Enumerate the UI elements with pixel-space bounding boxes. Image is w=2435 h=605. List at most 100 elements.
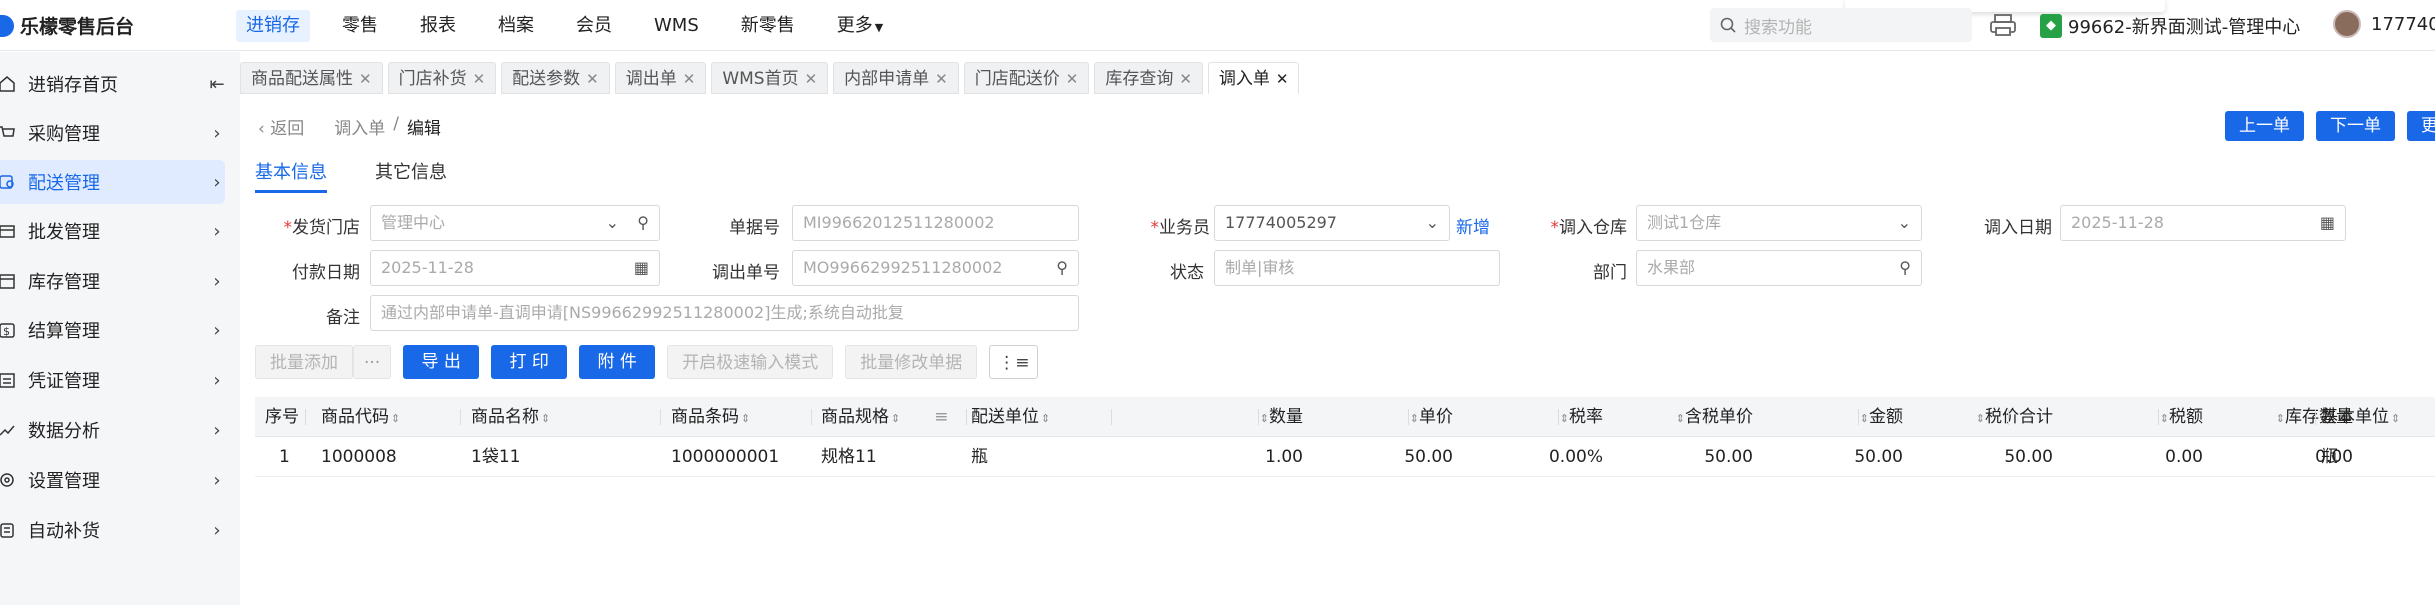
tab-store-restock[interactable]: 门店补货 ✕ (387, 62, 497, 94)
add-salesman-link[interactable]: 新增 (1456, 213, 1490, 238)
col-header-total[interactable]: ⇕税价合计 (1905, 397, 2053, 437)
nav-item-new-retail[interactable]: 新零售 (731, 10, 805, 42)
col-header-barcode[interactable]: 商品条码 ⇕ (671, 397, 750, 437)
pay-date-field[interactable]: 2025-11-28 ▦ (370, 250, 660, 286)
col-header-amount[interactable]: ⇕金额 (1805, 397, 1903, 437)
col-divider (1858, 409, 1859, 425)
col-divider (1708, 409, 1709, 425)
batch-add-button[interactable]: 批量添加 (255, 345, 353, 379)
col-header-label: 商品代码 (321, 407, 389, 427)
table-row[interactable]: 1 1000008 1袋11 1000000001 规格11 瓶 1.00 50… (255, 437, 2435, 477)
drag-handle-icon[interactable]: ≡ (934, 407, 948, 427)
search-icon[interactable]: ⚲ (637, 206, 649, 240)
remark-field[interactable]: 通过内部申请单-直调申请[NS99662992511280002]生成;系统自动… (370, 295, 1079, 331)
breadcrumb-parent[interactable]: 调入单 (334, 114, 385, 139)
col-header-qty[interactable]: ⇕数量 (1205, 397, 1303, 437)
tab-internal-request[interactable]: 内部申请单 ✕ (833, 62, 959, 94)
send-store-select[interactable]: 管理中心 ⌄ ⚲ (370, 205, 660, 241)
sidebar-item-stock[interactable]: 库存管理 › (0, 259, 225, 303)
tab-label: 调入单 (1218, 69, 1270, 89)
col-header-label: 税率 (1569, 407, 1603, 427)
sidebar-item-settings[interactable]: 设置管理 › (0, 458, 225, 502)
tab-store-dist-price[interactable]: 门店配送价 ✕ (963, 62, 1090, 94)
close-icon[interactable]: ✕ (1276, 70, 1289, 88)
col-header-spec[interactable]: 商品规格 ⇕ ≡ (821, 397, 948, 437)
col-header-label: 税额 (2169, 407, 2203, 427)
nav-item-inventory[interactable]: 进销存 (236, 10, 310, 42)
tab-basic-info[interactable]: 基本信息 (255, 158, 327, 193)
cell-total: 50.00 (2004, 447, 2053, 467)
in-date-field[interactable]: 2025-11-28 ▦ (2060, 205, 2346, 241)
chevron-right-icon: › (213, 319, 221, 341)
store-switcher[interactable]: ◆ 99662-新界面测试-管理中心 (2040, 13, 2300, 39)
export-button[interactable]: 导 出 (403, 345, 480, 379)
nav-item-archive[interactable]: 档案 (488, 10, 544, 42)
in-warehouse-select[interactable]: 测试1仓库 ⌄ (1636, 205, 1922, 241)
tab-transfer-out[interactable]: 调出单 ✕ (614, 62, 707, 94)
batch-edit-button[interactable]: 批量修改单据 (845, 345, 978, 379)
sidebar-item-wholesale[interactable]: 批发管理 › (0, 209, 225, 253)
sidebar-item-restock[interactable]: 自动补货 › (0, 508, 225, 552)
printer-icon[interactable] (1988, 13, 2018, 37)
close-icon[interactable]: ✕ (586, 70, 599, 88)
prev-doc-button[interactable]: 上一单 (2225, 111, 2304, 141)
salesman-select[interactable]: 17774005297 ⌄ (1214, 205, 1450, 241)
col-header-tax-price[interactable]: ⇕含税单价 (1605, 397, 1753, 437)
close-icon[interactable]: ✕ (683, 70, 696, 88)
nav-item-members[interactable]: 会员 (566, 10, 622, 42)
nav-item-reports[interactable]: 报表 (410, 10, 466, 42)
sidebar-item-analysis[interactable]: 数据分析 › (0, 408, 225, 452)
required-mark: * (283, 218, 293, 238)
search-icon[interactable]: ⚲ (1899, 251, 1911, 285)
search-icon[interactable]: ⚲ (1056, 251, 1068, 285)
tab-product-dist-attr[interactable]: 商品配送属性 ✕ (240, 62, 383, 94)
close-icon[interactable]: ✕ (359, 70, 372, 88)
sidebar-item-voucher[interactable]: 凭证管理 › (0, 358, 225, 402)
sidebar-item-distribution[interactable]: 配送管理 › (0, 160, 225, 204)
attach-button[interactable]: 附 件 (579, 345, 656, 379)
out-no-field[interactable]: MO99662992511280002 ⚲ (792, 250, 1079, 286)
col-header-name[interactable]: 商品名称 ⇕ (471, 397, 550, 437)
more-options-button[interactable]: ··· (353, 345, 392, 379)
close-icon[interactable]: ✕ (1066, 70, 1079, 88)
dept-label: 部门 (1593, 263, 1627, 283)
col-header-unit[interactable]: 配送单位 ⇕ (971, 397, 1050, 437)
brand[interactable]: 乐檬零售后台 (0, 12, 134, 39)
search-input[interactable]: 搜索功能 (1710, 8, 1972, 42)
col-divider (1111, 409, 1112, 425)
doc-no-value: MI9966201251128​0002 (803, 213, 995, 232)
tab-transfer-in[interactable]: 调入单 ✕ (1207, 62, 1300, 94)
more-button[interactable]: 更多 (2407, 111, 2435, 141)
col-header-tax[interactable]: ⇕税额 (2105, 397, 2203, 437)
nav-item-wms[interactable]: WMS (644, 10, 709, 42)
col-header-label: 商品规格 (821, 407, 889, 427)
close-icon[interactable]: ✕ (935, 70, 948, 88)
close-icon[interactable]: ✕ (473, 70, 486, 88)
tab-stock-query[interactable]: 库存查询 ✕ (1094, 62, 1203, 94)
col-header-code[interactable]: 商品代码 ⇕ (321, 397, 400, 437)
close-icon[interactable]: ✕ (1179, 70, 1192, 88)
sidebar-item-settlement[interactable]: $ 结算管理 › (0, 308, 225, 352)
sidebar-item-home[interactable]: 进销存首页 ⇤ (0, 62, 225, 106)
nav-item-retail[interactable]: 零售 (332, 10, 388, 42)
collapse-icon[interactable]: ⇤ (209, 74, 225, 95)
fast-input-mode-button[interactable]: 开启极速输入模式 (667, 345, 834, 379)
tab-other-info[interactable]: 其它信息 (375, 158, 447, 193)
sort-icon: ⇕ (1559, 412, 1569, 425)
col-header-tax-rate[interactable]: ⇕税率 (1505, 397, 1603, 437)
close-icon[interactable]: ✕ (805, 70, 818, 88)
print-button[interactable]: 打 印 (491, 345, 568, 379)
tab-dist-params[interactable]: 配送参数 ✕ (501, 62, 610, 94)
dept-field[interactable]: 水果部 ⚲ (1636, 250, 1922, 286)
back-link[interactable]: ‹ 返回 (258, 114, 304, 139)
column-settings-icon[interactable]: ⋮≡ (989, 345, 1039, 379)
tab-wms-home[interactable]: WMS首页 ✕ (711, 62, 829, 94)
user-menu[interactable]: 177740 (2333, 10, 2435, 38)
col-header-base-unit[interactable]: 基本单位 ⇕ (2321, 397, 2400, 437)
cart-icon (0, 126, 15, 137)
chevron-right-icon: › (213, 122, 221, 144)
nav-item-more[interactable]: 更多 ▼ (827, 10, 893, 42)
next-doc-button[interactable]: 下一单 (2316, 111, 2395, 141)
col-header-price[interactable]: ⇕单价 (1355, 397, 1453, 437)
sidebar-item-purchase[interactable]: 采购管理 › (0, 111, 225, 155)
